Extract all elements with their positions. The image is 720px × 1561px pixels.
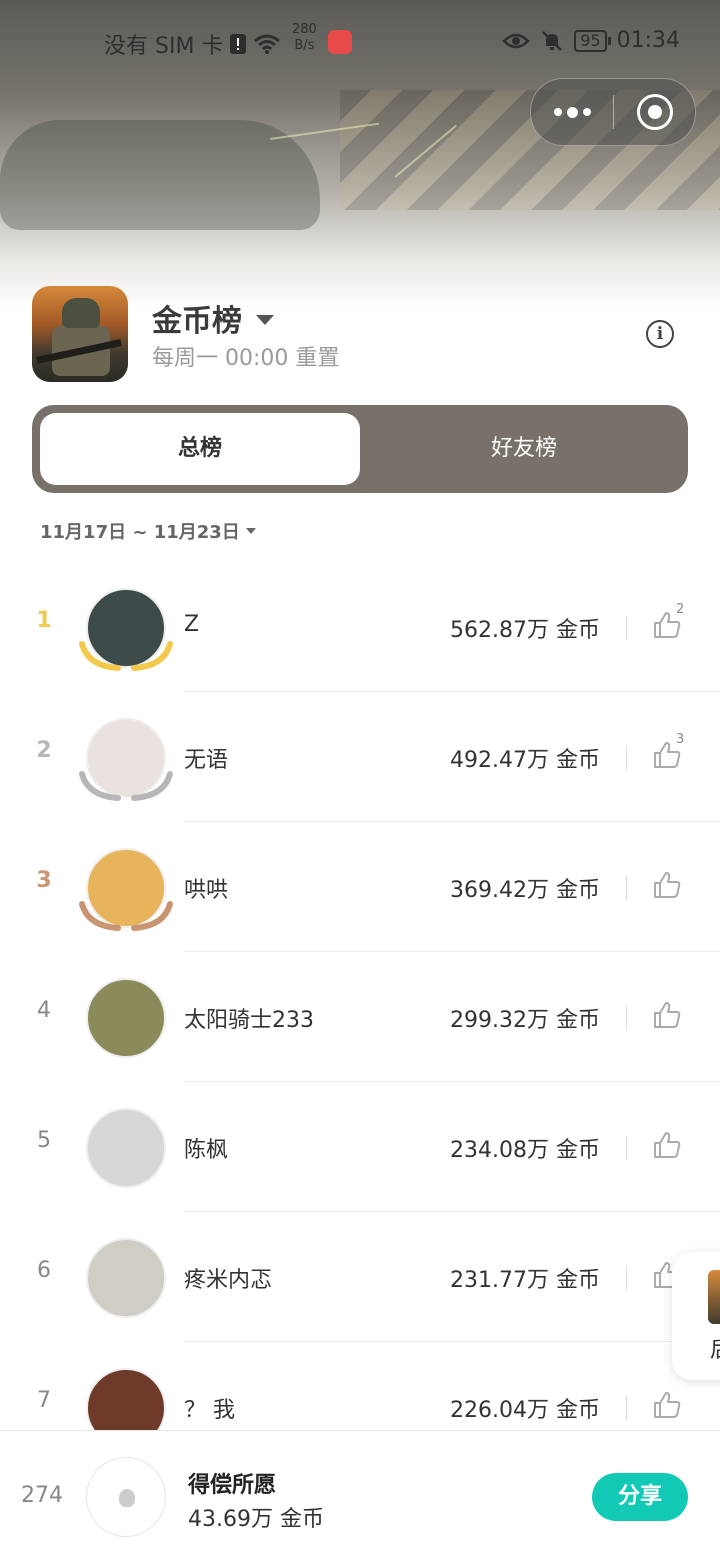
bronze-laurel-icon bbox=[79, 901, 173, 931]
gold-laurel-icon bbox=[79, 641, 173, 671]
rank-number: 3 bbox=[36, 868, 52, 893]
player-score: 369.42万 金币 bbox=[450, 878, 600, 903]
table-row: 6 疼米内忑 231.77万 金币 bbox=[0, 1212, 720, 1342]
table-row: 4 太阳骑士233 299.32万 金币 bbox=[0, 952, 720, 1082]
tab-overall[interactable]: 总榜 bbox=[40, 413, 360, 485]
huawei-app-icon bbox=[328, 30, 352, 54]
player-score: 299.32万 金币 bbox=[450, 1008, 600, 1033]
more-menu-button[interactable] bbox=[531, 79, 613, 145]
table-row: 2 无语 492.47万 金币 3 bbox=[0, 692, 720, 822]
net-speed: 280 B/s bbox=[292, 22, 317, 54]
like-count: 3 bbox=[676, 732, 685, 747]
rank-number: 4 bbox=[37, 998, 51, 1023]
my-rank-number: 274 bbox=[21, 1483, 63, 1508]
more-dots-icon bbox=[566, 106, 578, 118]
chevron-down-icon bbox=[245, 528, 256, 534]
battery-icon: 95 bbox=[574, 29, 612, 52]
player-score: 226.04万 金币 bbox=[450, 1398, 600, 1423]
floating-game-card[interactable]: 后 bbox=[672, 1252, 720, 1380]
my-name: 得偿所愿 bbox=[188, 1473, 277, 1498]
carrier-text: 没有 SIM 卡 bbox=[104, 34, 224, 59]
divider bbox=[626, 1136, 627, 1160]
table-row: 1 Z 562.87万 金币 2 bbox=[0, 562, 720, 692]
table-row: 7 ？ 我 226.04万 金币 bbox=[0, 1342, 720, 1430]
tab-friends[interactable]: 好友榜 bbox=[368, 413, 680, 485]
game-icon-art bbox=[62, 298, 100, 328]
wifi-icon bbox=[254, 34, 281, 54]
avatar[interactable] bbox=[86, 1238, 166, 1318]
player-name: 太阳骑士233 bbox=[184, 1008, 314, 1033]
net-speed-value: 280 bbox=[292, 22, 317, 37]
leaderboard-list[interactable]: 1 Z 562.87万 金币 2 2 无语 492.47万 金币 3 3 哄哄 … bbox=[0, 562, 720, 1430]
reset-info: 每周一 00:00 重置 bbox=[152, 346, 340, 371]
rank-number: 7 bbox=[37, 1388, 51, 1413]
more-dots-icon bbox=[582, 108, 591, 116]
date-range-text: 11月17日 ~ 11月23日 bbox=[40, 522, 240, 543]
rank-number: 5 bbox=[37, 1128, 51, 1153]
player-score: 231.77万 金币 bbox=[450, 1268, 600, 1293]
player-name: 无语 bbox=[184, 748, 229, 773]
more-dots-icon bbox=[553, 108, 562, 116]
thumbs-up-icon[interactable] bbox=[652, 1000, 682, 1030]
eye-icon bbox=[502, 33, 531, 48]
divider bbox=[626, 616, 627, 640]
table-row: 5 陈枫 234.08万 金币 bbox=[0, 1082, 720, 1212]
table-row: 3 哄哄 369.42万 金币 bbox=[0, 822, 720, 952]
page-title: 金币榜 bbox=[152, 304, 242, 339]
player-score: 234.08万 金币 bbox=[450, 1138, 600, 1163]
banner-decoration bbox=[0, 120, 320, 230]
rank-number: 2 bbox=[36, 738, 52, 763]
date-range-selector[interactable]: 11月17日 ~ 11月23日 bbox=[40, 518, 256, 544]
silver-laurel-icon bbox=[79, 771, 173, 801]
divider bbox=[626, 1266, 627, 1290]
info-icon[interactable]: i bbox=[646, 320, 674, 348]
rank-number: 6 bbox=[37, 1258, 51, 1283]
leaderboard-selector[interactable]: 金币榜 bbox=[152, 296, 274, 340]
miniprogram-capsule bbox=[530, 78, 696, 146]
share-button[interactable]: 分享 bbox=[592, 1473, 688, 1521]
rank-number: 1 bbox=[36, 608, 52, 633]
game-thumbnail bbox=[708, 1270, 720, 1324]
my-avatar[interactable] bbox=[86, 1457, 166, 1537]
thumbs-up-icon[interactable] bbox=[652, 1390, 682, 1420]
player-name: ？ 我 bbox=[184, 1398, 235, 1423]
close-miniprogram-button[interactable] bbox=[637, 94, 673, 130]
divider bbox=[626, 1006, 627, 1030]
avatar[interactable] bbox=[86, 1368, 166, 1430]
clock: 01:34 bbox=[616, 28, 680, 53]
player-name: 陈枫 bbox=[184, 1138, 229, 1163]
player-name: 疼米内忑 bbox=[184, 1268, 273, 1293]
floating-card-text: 后 bbox=[710, 1332, 720, 1364]
thumbs-up-icon[interactable] bbox=[652, 870, 682, 900]
net-speed-unit: B/s bbox=[294, 38, 315, 53]
avatar-image bbox=[119, 1489, 135, 1507]
player-score: 492.47万 金币 bbox=[450, 748, 600, 773]
game-icon bbox=[32, 286, 128, 382]
my-rank-bar: 274 得偿所愿 43.69万 金币 分享 bbox=[0, 1430, 720, 1561]
player-name: Z bbox=[184, 612, 200, 637]
player-score: 562.87万 金币 bbox=[450, 618, 600, 643]
avatar[interactable] bbox=[86, 978, 166, 1058]
divider bbox=[626, 876, 627, 900]
mute-bell-icon bbox=[542, 30, 563, 51]
capsule-divider bbox=[613, 95, 614, 129]
divider bbox=[626, 1396, 627, 1420]
my-score: 43.69万 金币 bbox=[188, 1507, 324, 1532]
sim-alert-icon bbox=[230, 34, 247, 54]
leaderboard-tabs: 总榜 好友榜 bbox=[32, 405, 688, 493]
player-name: 哄哄 bbox=[184, 878, 229, 903]
chevron-down-icon bbox=[256, 315, 274, 325]
status-bar: 没有 SIM 卡 280 B/s 95 01:34 bbox=[0, 22, 720, 66]
thumbs-up-icon[interactable] bbox=[652, 1130, 682, 1160]
avatar[interactable] bbox=[86, 1108, 166, 1188]
like-count: 2 bbox=[676, 602, 685, 617]
divider bbox=[626, 746, 627, 770]
